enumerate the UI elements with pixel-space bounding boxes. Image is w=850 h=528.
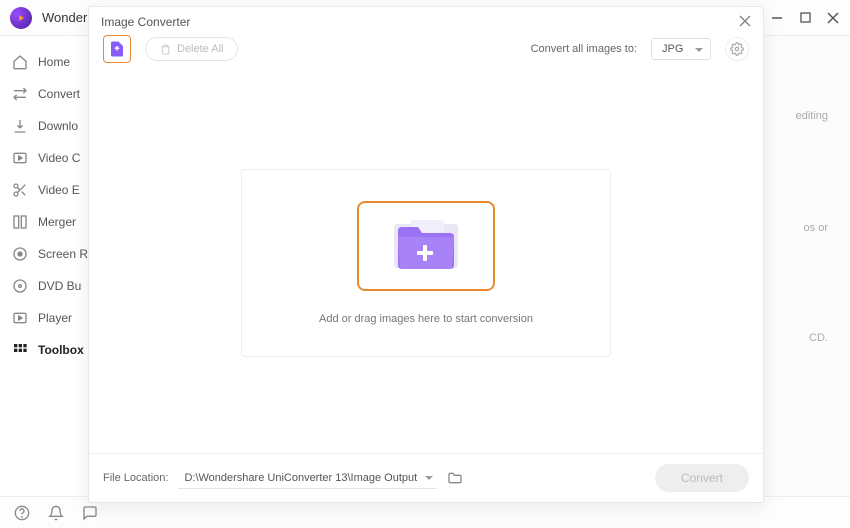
convert-all-label: Convert all images to: (531, 43, 637, 55)
convert-button[interactable]: Convert (655, 464, 749, 492)
toolbox-icon (12, 342, 28, 358)
sidebar-item-label: Screen R (38, 247, 88, 261)
open-folder-button[interactable] (447, 470, 463, 486)
folder-plus-icon (394, 221, 458, 271)
image-converter-dialog: Image Converter Delete All Convert all i… (88, 6, 764, 503)
background-text: editing (796, 110, 828, 122)
file-location-label: File Location: (103, 472, 168, 484)
sidebar-item-label: Player (38, 311, 72, 325)
notification-icon[interactable] (48, 505, 64, 521)
sidebar-item-label: Video E (38, 183, 80, 197)
close-button[interactable] (826, 11, 840, 25)
delete-all-label: Delete All (177, 43, 223, 55)
sidebar-item-label: Downlo (38, 119, 78, 133)
sidebar-item-label: Home (38, 55, 70, 69)
home-icon (12, 54, 28, 70)
app-logo (10, 7, 32, 29)
dialog-title: Image Converter (89, 7, 763, 31)
app-title: Wonder (42, 10, 87, 25)
file-location-select[interactable]: D:\Wondershare UniConverter 13\Image Out… (178, 468, 437, 489)
dialog-toolbar: Delete All Convert all images to: JPG (89, 31, 763, 73)
record-icon (12, 246, 28, 262)
background-text: CD. (809, 332, 828, 344)
dropzone[interactable]: Add or drag images here to start convers… (241, 169, 611, 357)
dropzone-text: Add or drag images here to start convers… (319, 313, 533, 325)
sidebar-item-label: Video C (38, 151, 80, 165)
play-icon (12, 310, 28, 326)
disc-icon (12, 278, 28, 294)
background-text: os or (804, 222, 828, 234)
sidebar-item-label: Convert (38, 87, 80, 101)
output-format-select[interactable]: JPG (651, 38, 711, 60)
scissors-icon (12, 182, 28, 198)
sidebar-item-label: DVD Bu (38, 279, 81, 293)
feedback-icon[interactable] (82, 505, 98, 521)
download-icon (12, 118, 28, 134)
minimize-button[interactable] (770, 11, 784, 25)
convert-button-label: Convert (681, 471, 723, 485)
dropzone-area: Add or drag images here to start convers… (89, 73, 763, 453)
output-format-value: JPG (662, 43, 683, 55)
sidebar-item-label: Merger (38, 215, 76, 229)
convert-icon (12, 86, 28, 102)
sidebar-item-label: Toolbox (38, 343, 84, 357)
file-location-value: D:\Wondershare UniConverter 13\Image Out… (184, 472, 417, 484)
maximize-button[interactable] (798, 11, 812, 25)
add-images-button[interactable] (103, 35, 131, 63)
delete-all-button[interactable]: Delete All (145, 37, 238, 61)
trash-icon (160, 44, 171, 55)
add-folder-button[interactable] (357, 201, 495, 291)
window-controls (770, 11, 840, 25)
dialog-close-button[interactable] (737, 13, 753, 29)
merger-icon (12, 214, 28, 230)
help-icon[interactable] (14, 505, 30, 521)
dialog-footer: File Location: D:\Wondershare UniConvert… (89, 453, 763, 502)
settings-round-button[interactable] (725, 37, 749, 61)
video-compress-icon (12, 150, 28, 166)
